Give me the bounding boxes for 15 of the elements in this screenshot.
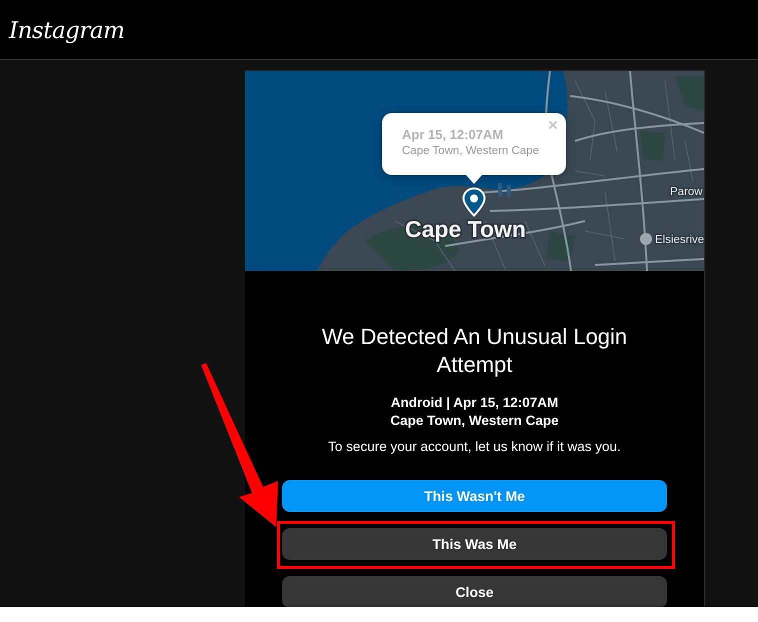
map-label: Elsiesrive xyxy=(655,234,704,246)
alert-title: We Detected An Unusual Login Attempt xyxy=(320,323,628,379)
action-button[interactable]: This Was Me xyxy=(282,528,667,560)
popup-time: Apr 15, 12:07AM xyxy=(402,127,504,142)
map-label: Parow xyxy=(670,186,703,198)
popup-location: Cape Town, Western Cape xyxy=(402,145,540,157)
app-logo[interactable]: Instagram xyxy=(9,18,124,44)
place-dot-icon xyxy=(640,233,652,245)
close-icon[interactable] xyxy=(547,119,559,131)
location-pin-icon xyxy=(462,187,486,217)
alert-message: To secure your account, let us know if it was you. xyxy=(328,438,621,456)
action-button[interactable]: Close xyxy=(282,576,667,607)
location-info: Cape Town, Western Cape xyxy=(390,412,559,430)
map-label: Cape Town xyxy=(405,216,526,242)
device-info: Android | Apr 15, 12:07AM xyxy=(390,394,558,412)
